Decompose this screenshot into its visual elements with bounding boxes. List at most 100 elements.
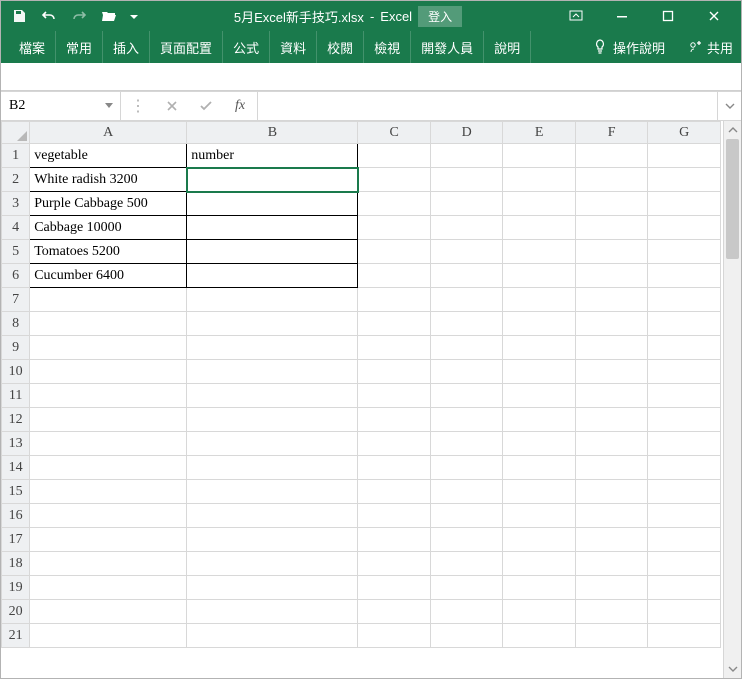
cell-A11[interactable]	[30, 384, 187, 408]
row-header-21[interactable]: 21	[2, 624, 30, 648]
share-button[interactable]: 共用	[675, 38, 733, 57]
row-header-12[interactable]: 12	[2, 408, 30, 432]
cell-C16[interactable]	[358, 504, 431, 528]
cell-B12[interactable]	[187, 408, 358, 432]
undo-button[interactable]	[35, 3, 63, 29]
row-header-3[interactable]: 3	[2, 192, 30, 216]
cell-E14[interactable]	[503, 456, 576, 480]
scroll-thumb[interactable]	[726, 139, 739, 259]
column-header-B[interactable]: B	[187, 122, 358, 144]
cell-E18[interactable]	[503, 552, 576, 576]
ribbon-tab-檔案[interactable]: 檔案	[3, 31, 56, 63]
cell-E5[interactable]	[503, 240, 576, 264]
cell-G21[interactable]	[648, 624, 721, 648]
row-header-11[interactable]: 11	[2, 384, 30, 408]
cell-D7[interactable]	[430, 288, 503, 312]
cell-C7[interactable]	[358, 288, 431, 312]
cell-G5[interactable]	[648, 240, 721, 264]
save-button[interactable]	[5, 3, 33, 29]
cell-B4[interactable]	[187, 216, 358, 240]
cell-B17[interactable]	[187, 528, 358, 552]
name-box[interactable]	[1, 92, 121, 120]
cell-D8[interactable]	[430, 312, 503, 336]
ribbon-tab-檢視[interactable]: 檢視	[364, 31, 411, 63]
cell-E20[interactable]	[503, 600, 576, 624]
spreadsheet-grid[interactable]: ABCDEFG 1vegetablenumber2White radish 32…	[1, 121, 721, 648]
cell-F3[interactable]	[575, 192, 648, 216]
cell-E10[interactable]	[503, 360, 576, 384]
cell-G18[interactable]	[648, 552, 721, 576]
cell-B13[interactable]	[187, 432, 358, 456]
cell-D10[interactable]	[430, 360, 503, 384]
cell-A14[interactable]	[30, 456, 187, 480]
cell-C2[interactable]	[358, 168, 431, 192]
scroll-track[interactable]	[724, 139, 741, 660]
cell-E1[interactable]	[503, 144, 576, 168]
cell-G1[interactable]	[648, 144, 721, 168]
cell-F10[interactable]	[575, 360, 648, 384]
cell-F7[interactable]	[575, 288, 648, 312]
cell-A6[interactable]: Cucumber 6400	[30, 264, 187, 288]
column-header-A[interactable]: A	[30, 122, 187, 144]
cell-B14[interactable]	[187, 456, 358, 480]
cell-A12[interactable]	[30, 408, 187, 432]
cell-G10[interactable]	[648, 360, 721, 384]
select-all-button[interactable]	[2, 122, 30, 144]
cell-E21[interactable]	[503, 624, 576, 648]
cell-B20[interactable]	[187, 600, 358, 624]
cell-F21[interactable]	[575, 624, 648, 648]
cell-D13[interactable]	[430, 432, 503, 456]
cell-F4[interactable]	[575, 216, 648, 240]
cell-G14[interactable]	[648, 456, 721, 480]
cell-A5[interactable]: Tomatoes 5200	[30, 240, 187, 264]
cell-C1[interactable]	[358, 144, 431, 168]
ribbon-tab-開發人員[interactable]: 開發人員	[411, 31, 484, 63]
cell-G15[interactable]	[648, 480, 721, 504]
cell-G3[interactable]	[648, 192, 721, 216]
cell-B5[interactable]	[187, 240, 358, 264]
cell-B15[interactable]	[187, 480, 358, 504]
cell-E4[interactable]	[503, 216, 576, 240]
row-header-14[interactable]: 14	[2, 456, 30, 480]
cell-E16[interactable]	[503, 504, 576, 528]
row-header-9[interactable]: 9	[2, 336, 30, 360]
cell-C14[interactable]	[358, 456, 431, 480]
cell-E7[interactable]	[503, 288, 576, 312]
cell-E17[interactable]	[503, 528, 576, 552]
column-header-E[interactable]: E	[503, 122, 576, 144]
cell-G11[interactable]	[648, 384, 721, 408]
cell-E9[interactable]	[503, 336, 576, 360]
expand-formula-bar-button[interactable]	[717, 92, 741, 120]
cell-B3[interactable]	[187, 192, 358, 216]
cell-D4[interactable]	[430, 216, 503, 240]
cell-E13[interactable]	[503, 432, 576, 456]
vertical-scrollbar[interactable]	[723, 121, 741, 678]
row-header-8[interactable]: 8	[2, 312, 30, 336]
row-header-13[interactable]: 13	[2, 432, 30, 456]
tell-me-button[interactable]: 操作說明	[593, 38, 665, 57]
cell-C17[interactable]	[358, 528, 431, 552]
cell-A18[interactable]	[30, 552, 187, 576]
formula-more-button[interactable]: ⋮	[121, 92, 155, 120]
cell-F16[interactable]	[575, 504, 648, 528]
cell-A16[interactable]	[30, 504, 187, 528]
cell-D20[interactable]	[430, 600, 503, 624]
cell-C8[interactable]	[358, 312, 431, 336]
cell-A19[interactable]	[30, 576, 187, 600]
formula-bar-input[interactable]	[258, 92, 717, 120]
cell-A2[interactable]: White radish 3200	[30, 168, 187, 192]
row-header-16[interactable]: 16	[2, 504, 30, 528]
cell-C4[interactable]	[358, 216, 431, 240]
name-box-dropdown[interactable]	[102, 99, 116, 113]
minimize-button[interactable]	[599, 1, 645, 31]
scroll-down-button[interactable]	[724, 660, 741, 678]
cell-D19[interactable]	[430, 576, 503, 600]
cell-C13[interactable]	[358, 432, 431, 456]
cell-G7[interactable]	[648, 288, 721, 312]
cancel-formula-button[interactable]	[155, 92, 189, 120]
cell-G8[interactable]	[648, 312, 721, 336]
column-header-G[interactable]: G	[648, 122, 721, 144]
cell-F6[interactable]	[575, 264, 648, 288]
ribbon-tab-校閱[interactable]: 校閱	[317, 31, 364, 63]
cell-A3[interactable]: Purple Cabbage 500	[30, 192, 187, 216]
